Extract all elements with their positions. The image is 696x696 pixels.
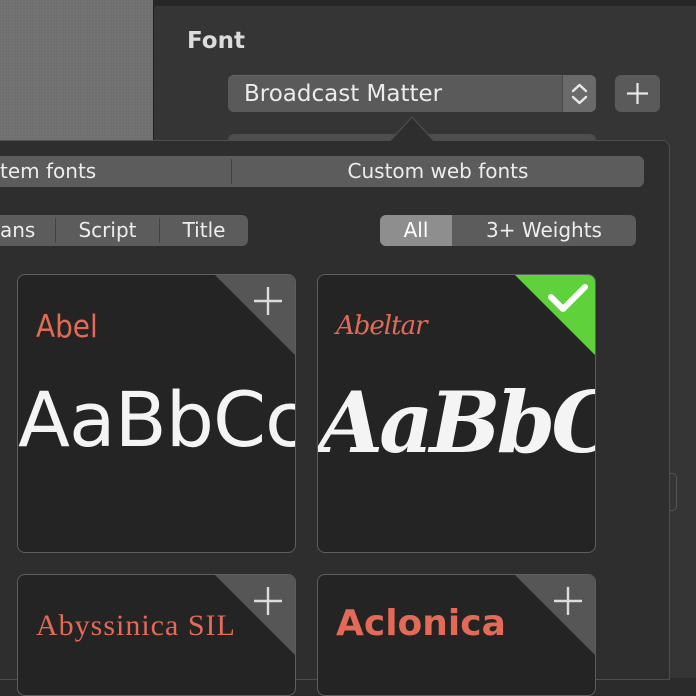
filter-3plus-label: 3+ Weights: [486, 218, 602, 242]
font-card-name: Abeltar: [336, 311, 427, 341]
inspector-control-edge: [670, 473, 677, 511]
filter-script-label: Script: [78, 218, 137, 242]
font-card-name: Abel: [36, 309, 98, 345]
font-family-select[interactable]: Broadcast Matter: [228, 75, 596, 112]
filter-title-label: Title: [182, 218, 226, 242]
filter-sans[interactable]: ans: [0, 215, 55, 246]
stepper-icon[interactable]: [562, 75, 596, 112]
font-source-tabs: tem fonts Custom web fonts: [0, 156, 644, 187]
font-card-abel[interactable]: Abel AaBbCc: [17, 274, 296, 553]
add-to-favorites-button[interactable]: [215, 575, 295, 655]
filter-sans-label: ans: [0, 218, 36, 242]
tab-custom-web-fonts[interactable]: Custom web fonts: [232, 156, 644, 187]
font-card-abeltar[interactable]: Abeltar AaBbCc: [317, 274, 596, 553]
canvas-background: [0, 0, 153, 140]
font-card-sample: AaBbCc: [318, 373, 595, 472]
tab-system-fonts-label: tem fonts: [0, 159, 97, 183]
plus-icon: [627, 83, 648, 104]
inspector-top-divider: [153, 0, 696, 6]
font-card-name: Aclonica: [336, 603, 506, 644]
font-card-sample: AaBbCc: [18, 375, 296, 464]
tab-custom-web-fonts-label: Custom web fonts: [347, 159, 529, 183]
filter-3plus-weights[interactable]: 3+ Weights: [452, 215, 636, 246]
font-select-value: Broadcast Matter: [244, 81, 443, 107]
weight-filter: All 3+ Weights: [380, 215, 636, 246]
add-to-favorites-button[interactable]: [515, 575, 595, 655]
popover-arrow: [390, 116, 434, 142]
tab-system-fonts[interactable]: tem fonts: [0, 156, 230, 187]
font-card-name: Abyssinica SIL: [36, 609, 236, 642]
filter-all-weights[interactable]: All: [380, 215, 452, 246]
font-section-heading: Font: [187, 28, 245, 54]
add-font-button[interactable]: [615, 75, 660, 112]
add-to-favorites-button[interactable]: [215, 275, 295, 355]
filter-all-label: All: [403, 218, 429, 242]
category-filter: ans Script Title: [0, 215, 248, 246]
filter-script[interactable]: Script: [56, 215, 159, 246]
selected-badge[interactable]: [515, 275, 595, 355]
filter-title[interactable]: Title: [160, 215, 248, 246]
